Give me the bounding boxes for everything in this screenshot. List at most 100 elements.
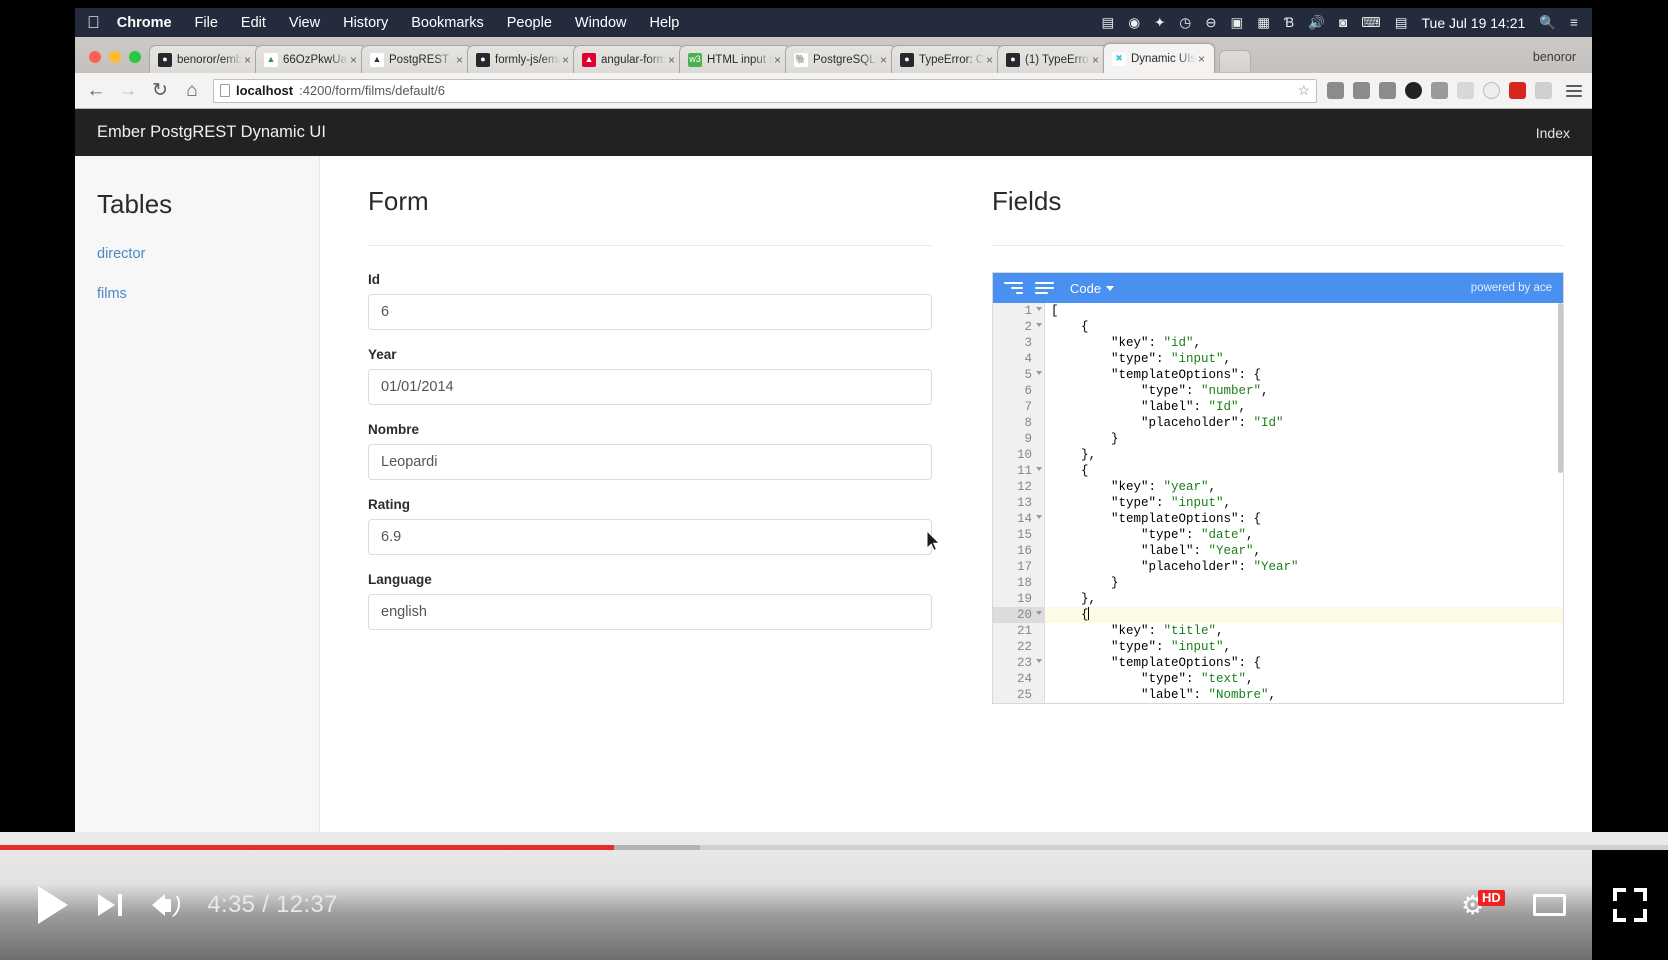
minimize-window-button[interactable] — [109, 51, 121, 63]
editor-line[interactable]: 9 } — [993, 431, 1563, 447]
search-icon[interactable]: 🔍 — [1539, 16, 1556, 30]
indent-icon[interactable] — [1004, 282, 1023, 295]
back-arrow-icon[interactable]: ← — [85, 81, 107, 100]
fold-arrow-icon[interactable] — [1036, 659, 1042, 663]
video-frame[interactable]:  Chrome File Edit View History Bookmark… — [0, 0, 1668, 840]
browser-tab[interactable]: ● TypeError: Ca × — [891, 45, 1003, 73]
apple-logo-icon[interactable]:  — [87, 14, 100, 31]
video-camera-icon[interactable]: ▤ — [1102, 16, 1115, 30]
bluetooth-icon[interactable]: Ɓ — [1284, 16, 1294, 30]
notification-center-icon[interactable]: ≡ — [1570, 16, 1578, 30]
screenshot-icon[interactable] — [1535, 82, 1552, 99]
page-info-icon[interactable] — [220, 84, 230, 97]
nav-link-index[interactable]: Index — [1536, 125, 1570, 141]
volume-icon[interactable]: 🔊 — [1308, 16, 1325, 30]
wifi-icon[interactable]: ◙ — [1339, 16, 1347, 30]
editor-line[interactable]: 22 "type": "input", — [993, 639, 1563, 655]
address-bar[interactable]: localhost:4200/form/films/default/6 ☆ — [213, 79, 1317, 103]
editor-line[interactable]: 15 "type": "date", — [993, 527, 1563, 543]
volume-icon[interactable]: ) — [152, 894, 181, 916]
menu-icon[interactable] — [1566, 85, 1582, 97]
editor-line[interactable]: 1[ — [993, 303, 1563, 319]
editor-line[interactable]: 21 "key": "title", — [993, 623, 1563, 639]
mail-icon[interactable] — [1327, 82, 1344, 99]
editor-line[interactable]: 18 } — [993, 575, 1563, 591]
profile-name[interactable]: benoror — [1533, 50, 1592, 73]
tab-close-icon[interactable]: × — [1198, 52, 1210, 66]
fullscreen-button[interactable] — [1592, 850, 1668, 960]
cast-icon[interactable] — [1431, 82, 1448, 99]
fold-arrow-icon[interactable] — [1036, 307, 1042, 311]
browser-tab[interactable]: ▲ angular-form × — [573, 45, 685, 73]
editor-line[interactable]: 19 }, — [993, 591, 1563, 607]
star-icon[interactable]: ☆ — [1297, 82, 1310, 99]
menu-item-view[interactable]: View — [289, 15, 320, 31]
lastpass-icon[interactable] — [1483, 82, 1500, 99]
editor-line[interactable]: 7 "label": "Id", — [993, 399, 1563, 415]
editor-line[interactable]: 16 "label": "Year", — [993, 543, 1563, 559]
menu-item-people[interactable]: People — [507, 15, 552, 31]
editor-line[interactable]: 14 "templateOptions": { — [993, 511, 1563, 527]
fold-arrow-icon[interactable] — [1036, 515, 1042, 519]
editor-line[interactable]: 26 "placeholder": "Title" — [993, 703, 1563, 704]
ace-code-editor[interactable]: Code powered by ace 1[2 {3 "key": "id",4… — [992, 272, 1564, 704]
fold-arrow-icon[interactable] — [1036, 467, 1042, 471]
format-icon[interactable] — [1035, 282, 1054, 295]
menu-item-history[interactable]: History — [343, 15, 388, 31]
display-icon[interactable]: ▣ — [1231, 16, 1244, 30]
grid-icon[interactable]: ▦ — [1257, 16, 1270, 30]
next-video-icon[interactable] — [98, 894, 122, 916]
adblock-plus-icon[interactable] — [1509, 82, 1526, 99]
editor-line[interactable]: 5 "templateOptions": { — [993, 367, 1563, 383]
play-icon[interactable] — [38, 886, 68, 924]
field-input-id[interactable] — [368, 294, 932, 330]
browser-tab[interactable]: ● formly-js/emb × — [467, 45, 579, 73]
maximize-window-button[interactable] — [129, 51, 141, 63]
slash-circle-icon[interactable]: ⊖ — [1205, 16, 1216, 30]
app-brand-title[interactable]: Ember PostgREST Dynamic UI — [97, 123, 326, 142]
sidebar-item-films[interactable]: films — [97, 286, 297, 302]
clock-icon[interactable]: ◷ — [1179, 16, 1191, 30]
editor-line[interactable]: 17 "placeholder": "Year" — [993, 559, 1563, 575]
editor-line[interactable]: 8 "placeholder": "Id" — [993, 415, 1563, 431]
editor-line[interactable]: 2 { — [993, 319, 1563, 335]
editor-body[interactable]: 1[2 {3 "key": "id",4 "type": "input",5 "… — [993, 303, 1563, 704]
editor-line[interactable]: 4 "type": "input", — [993, 351, 1563, 367]
editor-line[interactable]: 11 { — [993, 463, 1563, 479]
pocket-icon[interactable] — [1405, 82, 1422, 99]
lightbulb-icon[interactable] — [1353, 82, 1370, 99]
menu-item-bookmarks[interactable]: Bookmarks — [411, 15, 484, 31]
editor-line[interactable]: 13 "type": "input", — [993, 495, 1563, 511]
browser-tab[interactable]: w3 HTML input ty × — [679, 45, 791, 73]
browser-tab-active[interactable]: ✖ Dynamic UIs D × — [1103, 43, 1215, 73]
editor-scrollbar[interactable] — [1558, 303, 1563, 704]
editor-line[interactable]: 24 "type": "text", — [993, 671, 1563, 687]
close-window-button[interactable] — [89, 51, 101, 63]
reload-icon[interactable]: ↻ — [149, 81, 171, 100]
editor-lines[interactable]: 1[2 {3 "key": "id",4 "type": "input",5 "… — [993, 303, 1563, 704]
field-input-language[interactable] — [368, 594, 932, 630]
field-input-nombre[interactable] — [368, 444, 932, 480]
editor-mode-dropdown[interactable]: Code — [1070, 281, 1114, 296]
forward-arrow-icon[interactable]: → — [117, 81, 139, 100]
home-icon[interactable]: ⌂ — [181, 81, 203, 100]
editor-line[interactable]: 3 "key": "id", — [993, 335, 1563, 351]
field-input-year[interactable] — [368, 369, 932, 405]
field-input-rating[interactable] — [368, 519, 932, 555]
menu-item-edit[interactable]: Edit — [241, 15, 266, 31]
browser-tab[interactable]: ● benoror/embe × — [149, 45, 261, 73]
menu-item-window[interactable]: Window — [575, 15, 627, 31]
browser-tab[interactable]: ▲ 66OzPkwUae × — [255, 45, 367, 73]
browser-tab[interactable]: ▲ PostgREST × — [361, 45, 473, 73]
editor-line[interactable]: 12 "key": "year", — [993, 479, 1563, 495]
menu-bar-clock[interactable]: Tue Jul 19 14:21 — [1422, 15, 1526, 31]
chevron-down-icon[interactable] — [1379, 82, 1396, 99]
editor-line[interactable]: 25 "label": "Nombre", — [993, 687, 1563, 703]
browser-tab[interactable]: 🐘 PostgreSQL: D × — [785, 45, 897, 73]
fold-arrow-icon[interactable] — [1036, 323, 1042, 327]
sidebar-item-director[interactable]: director — [97, 246, 297, 262]
input-source-icon[interactable]: ⌨ — [1361, 16, 1381, 30]
fold-arrow-icon[interactable] — [1036, 611, 1042, 615]
ghostery-icon[interactable] — [1457, 82, 1474, 99]
editor-line[interactable]: 10 }, — [993, 447, 1563, 463]
